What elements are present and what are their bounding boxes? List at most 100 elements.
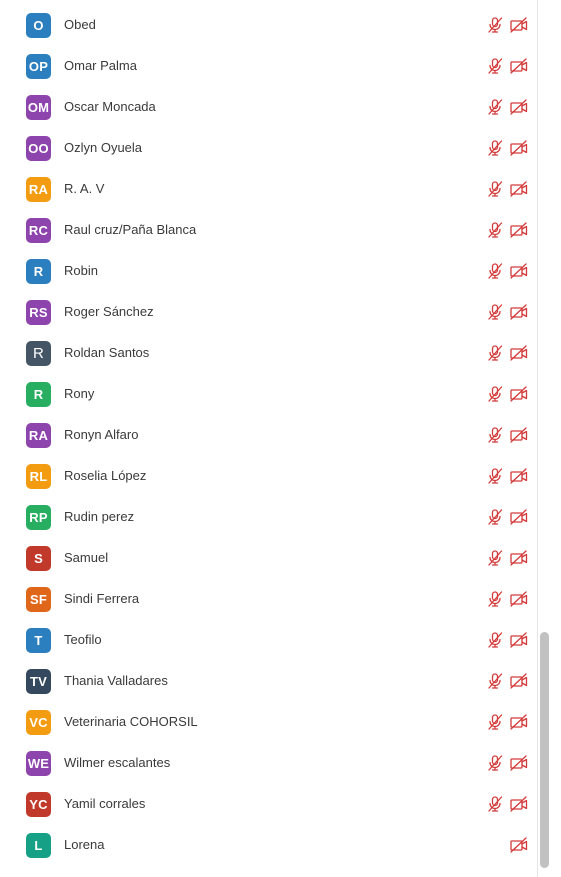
participant-row[interactable]: S Samuel [0,538,537,579]
microphone-muted-icon[interactable] [486,508,504,526]
camera-off-icon[interactable] [509,713,528,731]
participant-name: Sindi Ferrera [64,591,140,606]
microphone-muted-icon[interactable] [486,262,504,280]
avatar: WE [26,751,51,776]
microphone-muted-icon[interactable] [486,713,504,731]
participant-row[interactable]: YC Yamil corrales [0,784,537,825]
avatar: YC [26,792,51,817]
participant-row[interactable]: R Roldan Santos [0,333,537,374]
participant-name: Roger Sánchez [64,304,154,319]
camera-off-icon[interactable] [509,508,528,526]
participant-name: Omar Palma [64,58,137,73]
camera-off-icon[interactable] [509,221,528,239]
avatar: RA [26,423,51,448]
camera-off-icon[interactable] [509,262,528,280]
participant-name: Roldan Santos [64,345,150,360]
avatar: T [26,628,51,653]
microphone-muted-icon[interactable] [486,57,504,75]
participant-name: Veterinaria COHORSIL [64,714,198,729]
participant-row[interactable]: OM Oscar Moncada [0,87,537,128]
participant-row[interactable]: R Robin [0,251,537,292]
avatar: OP [26,54,51,79]
microphone-muted-icon[interactable] [486,139,504,157]
camera-off-icon[interactable] [509,385,528,403]
avatar: RS [26,300,51,325]
participant-list: O Obed OP Omar Palma OM Oscar Moncada OO Ozl… [0,5,537,866]
camera-off-icon[interactable] [509,631,528,649]
participant-row[interactable]: SF Sindi Ferrera [0,579,537,620]
microphone-muted-icon[interactable] [486,590,504,608]
microphone-muted-icon[interactable] [486,303,504,321]
participant-row[interactable]: RS Roger Sánchez [0,292,537,333]
participant-name: Rudin perez [64,509,135,524]
microphone-muted-icon[interactable] [486,426,504,444]
camera-off-icon[interactable] [509,549,528,567]
participant-row[interactable]: RP Rudin perez [0,497,537,538]
participants-panel: O Obed OP Omar Palma OM Oscar Moncada OO Ozl… [0,0,537,877]
microphone-muted-icon[interactable] [486,16,504,34]
participant-name: Oscar Moncada [64,99,156,114]
participant-row[interactable]: OO Ozlyn Oyuela [0,128,537,169]
camera-off-icon[interactable] [509,590,528,608]
participant-row[interactable]: RL Roselia López [0,456,537,497]
participant-row[interactable]: VC Veterinaria COHORSIL [0,702,537,743]
avatar: VC [26,710,51,735]
avatar: RP [26,505,51,530]
microphone-muted-icon[interactable] [486,467,504,485]
avatar: R [26,341,51,366]
participant-row[interactable]: RA R. A. V [0,169,537,210]
camera-off-icon[interactable] [509,795,528,813]
participant-name: Lorena [64,837,105,852]
camera-off-icon[interactable] [509,344,528,362]
avatar: OM [26,95,51,120]
avatar: SF [26,587,51,612]
participant-name: Wilmer escalantes [64,755,171,770]
avatar: R [26,382,51,407]
camera-off-icon[interactable] [509,467,528,485]
participant-row[interactable]: RA Ronyn Alfaro [0,415,537,456]
avatar: TV [26,669,51,694]
scrollbar-thumb[interactable] [540,632,549,868]
camera-off-icon[interactable] [509,836,528,854]
avatar: RC [26,218,51,243]
avatar: O [26,13,51,38]
avatar: S [26,546,51,571]
participant-row[interactable]: TV Thania Valladares [0,661,537,702]
camera-off-icon[interactable] [509,98,528,116]
participant-row[interactable]: L Lorena [0,825,537,866]
avatar: L [26,833,51,858]
microphone-muted-icon[interactable] [486,631,504,649]
participant-name: R. A. V [64,181,105,196]
camera-off-icon[interactable] [509,754,528,772]
participant-name: Raul cruz/Paña Blanca [64,222,197,237]
microphone-muted-icon[interactable] [486,180,504,198]
participant-name: Obed [64,17,96,32]
participant-row[interactable]: WE Wilmer escalantes [0,743,537,784]
camera-off-icon[interactable] [509,672,528,690]
participant-row[interactable]: R Rony [0,374,537,415]
microphone-muted-icon[interactable] [486,672,504,690]
avatar: OO [26,136,51,161]
microphone-muted-icon[interactable] [486,385,504,403]
participant-row[interactable]: RC Raul cruz/Paña Blanca [0,210,537,251]
microphone-muted-icon[interactable] [486,98,504,116]
camera-off-icon[interactable] [509,426,528,444]
participant-name: Teofilo [64,632,102,647]
microphone-muted-icon[interactable] [486,754,504,772]
microphone-muted-icon[interactable] [486,344,504,362]
avatar: RL [26,464,51,489]
participant-name: Samuel [64,550,109,565]
participant-row[interactable]: T Teofilo [0,620,537,661]
microphone-muted-icon[interactable] [486,549,504,567]
camera-off-icon[interactable] [509,180,528,198]
camera-off-icon[interactable] [509,16,528,34]
camera-off-icon[interactable] [509,139,528,157]
camera-off-icon[interactable] [509,303,528,321]
participant-name: Thania Valladares [64,673,168,688]
microphone-muted-icon[interactable] [486,221,504,239]
participant-name: Yamil corrales [64,796,146,811]
participant-row[interactable]: O Obed [0,5,537,46]
camera-off-icon[interactable] [509,57,528,75]
microphone-muted-icon[interactable] [486,795,504,813]
participant-row[interactable]: OP Omar Palma [0,46,537,87]
